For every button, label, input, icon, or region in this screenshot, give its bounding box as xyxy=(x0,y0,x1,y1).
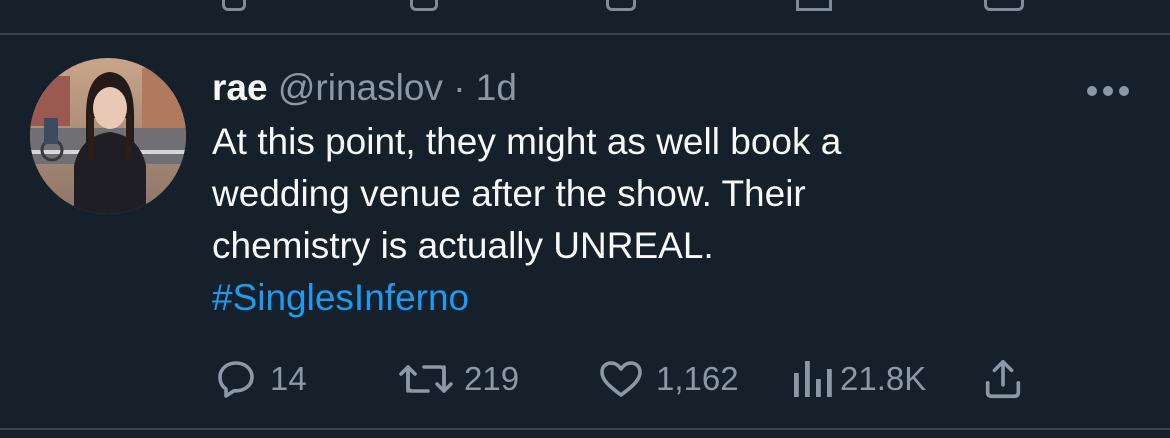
views-count: 21.8K xyxy=(840,360,927,397)
separator-dot: · xyxy=(453,67,466,108)
prev-reply-icon[interactable] xyxy=(222,0,246,11)
tweet[interactable]: rae @rinaslov · 1d At this point, they m… xyxy=(0,36,1170,428)
like-button[interactable]: 1,162 xyxy=(596,354,739,404)
prev-like-icon[interactable] xyxy=(606,0,636,11)
like-icon xyxy=(600,361,642,397)
user-handle[interactable]: @rinaslov xyxy=(278,67,443,108)
divider-bottom xyxy=(0,428,1170,430)
views-button[interactable]: 21.8K xyxy=(790,354,926,404)
tweet-header: rae @rinaslov · 1d xyxy=(212,66,517,110)
hashtag-link[interactable]: #SinglesInferno xyxy=(212,277,469,318)
tweet-text-line: wedding venue after the show. Their xyxy=(212,173,806,214)
reply-count: 14 xyxy=(270,360,307,397)
prev-retweet-icon[interactable] xyxy=(410,0,438,11)
timestamp[interactable]: 1d xyxy=(476,67,517,108)
tweet-text-line: chemistry is actually UNREAL. xyxy=(212,225,714,266)
like-count: 1,162 xyxy=(656,360,739,397)
share-button[interactable] xyxy=(980,354,1026,404)
previous-tweet-actions xyxy=(0,0,1170,34)
tweet-text-line: At this point, they might as well book a xyxy=(212,121,842,162)
reply-button[interactable]: 14 xyxy=(212,354,307,404)
avatar[interactable] xyxy=(30,58,186,214)
share-icon xyxy=(985,359,1021,399)
tweet-text: At this point, they might as well book a… xyxy=(212,116,1142,324)
display-name[interactable]: rae xyxy=(212,67,268,108)
tweet-actions: 14 219 1,162 21.8K xyxy=(212,354,1112,404)
profile-photo-icon xyxy=(30,58,186,214)
divider-top xyxy=(0,33,1170,35)
retweet-count: 219 xyxy=(464,360,520,397)
more-options-button[interactable] xyxy=(1086,84,1130,96)
retweet-button[interactable]: 219 xyxy=(398,354,519,404)
prev-share-icon[interactable] xyxy=(984,0,1024,11)
prev-views-icon[interactable] xyxy=(796,0,832,11)
retweet-icon xyxy=(399,365,453,393)
views-icon xyxy=(794,361,832,397)
reply-icon xyxy=(218,361,254,398)
more-icon xyxy=(1087,86,1129,96)
